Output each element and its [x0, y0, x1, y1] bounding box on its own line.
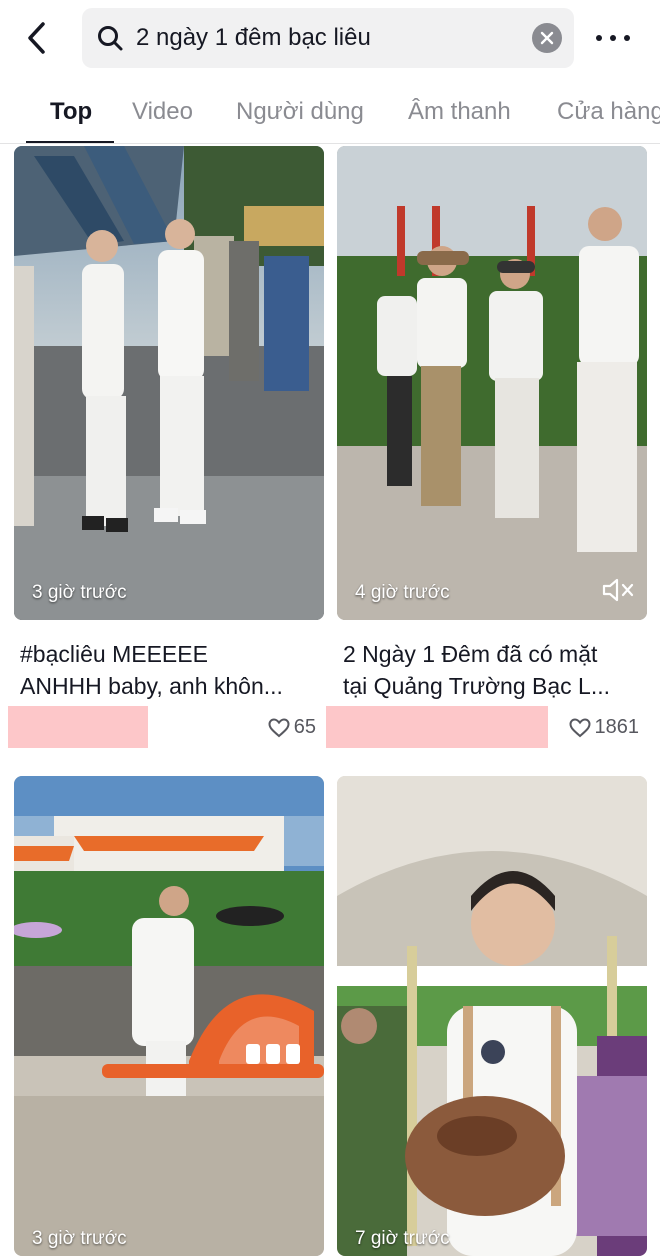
top-bar: 2 ngày 1 đêm bạc liêu [0, 0, 660, 76]
search-input[interactable]: 2 ngày 1 đêm bạc liêu [82, 8, 574, 68]
more-options-button[interactable] [596, 24, 630, 52]
tab-shop[interactable]: Cửa hàng [557, 98, 660, 126]
tab-top[interactable]: Top [50, 98, 92, 126]
video-timestamp: 4 giờ trước [355, 582, 450, 603]
clear-search-button[interactable] [532, 23, 562, 53]
clear-icon [540, 31, 554, 45]
caption-line: ANHHH baby, anh khôn... [20, 673, 283, 699]
results-tabs: Top Video Người dùng Âm thanh Cửa hàng [0, 80, 660, 144]
video-timestamp: 7 giờ trước [355, 1228, 450, 1249]
caption-line: 2 Ngày 1 Đêm đã có mặt [343, 641, 598, 667]
tab-sounds[interactable]: Âm thanh [408, 98, 511, 126]
video-thumbnail[interactable] [14, 146, 324, 620]
author-redacted[interactable] [8, 706, 148, 748]
video-caption[interactable]: 2 Ngày 1 Đêm đã có mặt tại Quảng Trường … [343, 638, 639, 702]
heart-outline-icon [568, 717, 591, 737]
like-count-value: 1861 [594, 716, 640, 738]
video-thumbnail[interactable] [337, 776, 647, 1256]
active-tab-indicator [26, 141, 114, 143]
heart-outline-icon [268, 717, 290, 737]
chevron-left-icon [28, 22, 45, 54]
video-timestamp: 3 giờ trước [32, 1228, 127, 1249]
video-thumbnail[interactable] [14, 776, 324, 1256]
caption-line: tại Quảng Trường Bạc L... [343, 673, 611, 699]
video-caption[interactable]: #bạcliêu MEEEEE ANHHH baby, anh khôn... [20, 638, 316, 702]
video-thumbnail[interactable] [337, 146, 647, 620]
video-timestamp: 3 giờ trước [32, 582, 127, 603]
more-horizontal-icon [596, 35, 602, 41]
caption-line: #bạcliêu MEEEEE [20, 641, 208, 667]
author-redacted[interactable] [326, 706, 548, 748]
search-icon [98, 26, 123, 51]
search-query[interactable]: 2 ngày 1 đêm bạc liêu [136, 24, 371, 52]
like-count-value: 65 [293, 716, 316, 738]
like-count: 65 [268, 716, 316, 739]
tab-users[interactable]: Người dùng [236, 98, 364, 126]
tab-video[interactable]: Video [132, 98, 193, 126]
muted-speaker-icon[interactable] [601, 576, 635, 604]
like-count: 1861 [568, 716, 640, 739]
back-button[interactable] [18, 18, 54, 58]
